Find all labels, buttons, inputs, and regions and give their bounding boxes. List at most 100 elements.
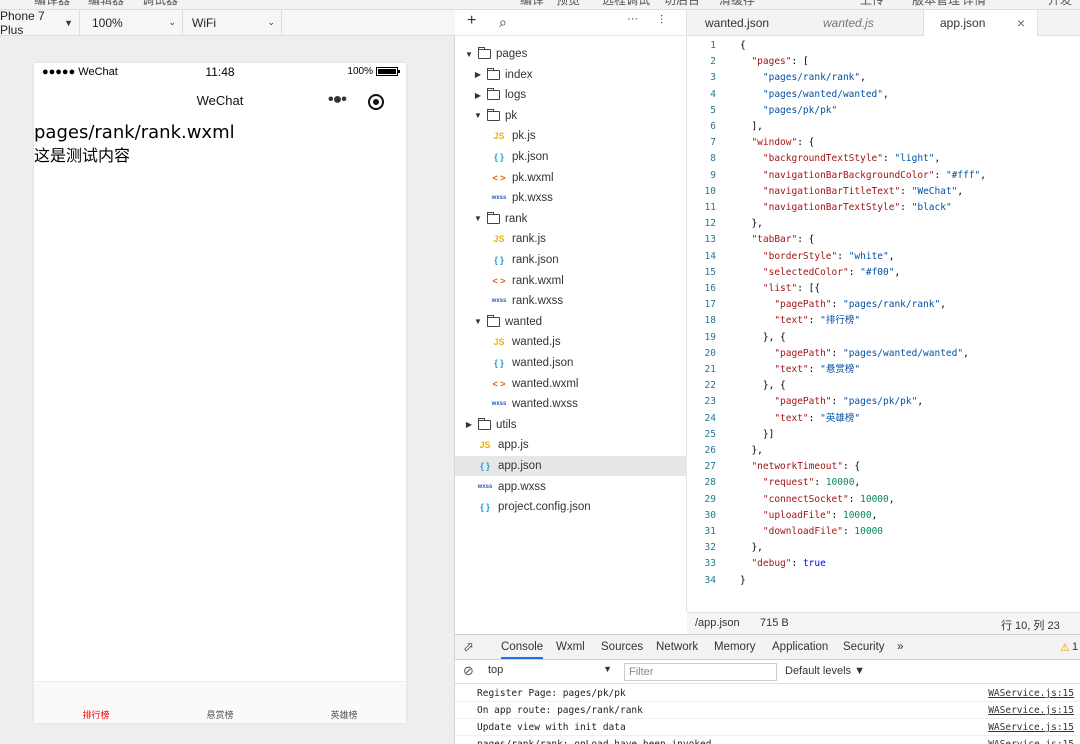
tree-item-wanted-json[interactable]: { } wanted.json — [455, 353, 687, 373]
tree-item-label: pk.js — [512, 130, 536, 143]
log-source-link[interactable]: WAService.js:15 — [988, 705, 1074, 716]
device-select[interactable]: Phone 7 Plus ▼ — [0, 9, 80, 37]
caret-right-icon[interactable]: ▶ — [474, 91, 482, 100]
code-line: 10 "navigationBarTitleText": "WeChat", — [687, 184, 1080, 200]
line-number: 8 — [710, 153, 716, 165]
capsule-close-icon[interactable] — [368, 94, 384, 110]
line-number: 5 — [710, 104, 716, 116]
tab-wxml[interactable]: Wxml — [556, 641, 585, 653]
line-number: 3 — [710, 72, 716, 84]
tab-rank[interactable]: 排行榜 — [34, 682, 158, 723]
tree-item-logs[interactable]: ▶ logs — [455, 85, 687, 105]
caret-down-icon[interactable]: ▼ — [474, 214, 482, 223]
code-line: 11 "navigationBarTextStyle": "black" — [687, 200, 1080, 216]
phone-nav-bar: WeChat •●• — [34, 83, 406, 117]
editor-tab-bar: wanted.json wanted.js app.json × — [687, 10, 1080, 36]
menu-item[interactable]: 远程调试 — [602, 0, 650, 8]
menu-item[interactable]: 开发 — [1048, 0, 1072, 8]
tab-sources[interactable]: Sources — [601, 641, 643, 653]
tree-item-pk[interactable]: ▼ pk — [455, 106, 687, 126]
folder-icon — [487, 211, 500, 224]
menu-item[interactable]: 版本管理 — [912, 0, 960, 8]
tab-wanted[interactable]: 悬赏榜 — [158, 682, 282, 723]
inspect-icon[interactable]: ⬀ — [463, 639, 474, 655]
warning-icon[interactable]: ⚠ — [1060, 641, 1070, 654]
menu-item[interactable]: 调试器 — [142, 0, 178, 8]
code-text: "backgroundTextStyle": "light", — [762, 153, 941, 165]
tree-item-pk-js[interactable]: JS pk.js — [455, 126, 687, 146]
code-line: 20 "pagePath": "pages/wanted/wanted", — [687, 346, 1080, 362]
tree-item-wanted[interactable]: ▼ wanted — [455, 312, 687, 332]
network-select[interactable]: WiFi ⌄ — [186, 10, 282, 35]
tree-item-rank-wxml[interactable]: < > rank.wxml — [455, 271, 687, 291]
tree-item-project-config-json[interactable]: { } project.config.json — [455, 497, 687, 517]
tab-application[interactable]: Application — [772, 641, 828, 653]
caret-down-icon[interactable]: ▼ — [474, 317, 482, 326]
tab-pk[interactable]: 英雄榜 — [282, 682, 406, 723]
tree-item-utils[interactable]: ▶ utils — [455, 415, 687, 435]
tab-network[interactable]: Network — [656, 641, 698, 653]
tree-item-pages[interactable]: ▼ pages — [455, 44, 687, 64]
context-select[interactable]: top ▼ — [488, 664, 612, 680]
menu-item[interactable]: 编译 — [520, 0, 544, 8]
tree-item-rank[interactable]: ▼ rank — [455, 209, 687, 229]
clear-console-icon[interactable]: ⊘ — [463, 663, 474, 679]
tree-item-pk-wxss[interactable]: wxss pk.wxss — [455, 188, 687, 208]
tree-item-app-wxss[interactable]: wxss app.wxss — [455, 477, 687, 497]
collapse-icon[interactable]: ⫶ — [660, 13, 663, 28]
caret-right-icon[interactable]: ▶ — [465, 420, 473, 429]
log-source-link[interactable]: WAService.js:15 — [988, 688, 1074, 699]
tree-item-app-json[interactable]: { } app.json — [455, 456, 687, 476]
more-tabs-icon[interactable]: » — [897, 641, 903, 653]
code-text: }, { — [740, 331, 786, 343]
tree-item-app-js[interactable]: JS app.js — [455, 435, 687, 455]
tree-item-wanted-wxss[interactable]: wxss wanted.wxss — [455, 394, 687, 414]
caret-down-icon[interactable]: ▼ — [465, 50, 473, 59]
tab-wanted-js[interactable]: wanted.js — [805, 10, 923, 36]
tab-console[interactable]: Console — [501, 641, 544, 659]
devtools-tab-bar: ⬀ Console Wxml Sources Network Memory Ap… — [455, 635, 1080, 660]
tree-item-index[interactable]: ▶ index — [455, 65, 687, 85]
code-line: 12 }, — [687, 216, 1080, 232]
context-label: top — [488, 664, 504, 676]
code-text: "pagePath": "pages/rank/rank", — [774, 299, 946, 311]
default-levels-select[interactable]: Default levels ▼ — [785, 665, 865, 677]
menu-item[interactable]: 编译器 — [34, 0, 70, 8]
more-icon[interactable]: ··· — [627, 13, 638, 25]
menu-item[interactable]: 编辑器 — [88, 0, 124, 8]
code-text: "pagePath": "pages/pk/pk", — [774, 396, 924, 408]
close-icon[interactable]: × — [1017, 15, 1025, 31]
caret-right-icon[interactable]: ▶ — [474, 70, 482, 79]
line-number: 10 — [704, 185, 716, 197]
tree-item-pk-wxml[interactable]: < > pk.wxml — [455, 168, 687, 188]
code-text: { — [740, 40, 746, 51]
tree-item-label: app.wxss — [498, 480, 546, 493]
file-path: /app.json — [695, 617, 740, 629]
tree-item-wanted-wxml[interactable]: < > wanted.wxml — [455, 374, 687, 394]
add-icon[interactable]: + — [467, 12, 476, 30]
search-icon[interactable]: ⌕ — [499, 14, 507, 31]
tree-item-rank-wxss[interactable]: wxss rank.wxss — [455, 291, 687, 311]
log-source-link[interactable]: WAService.js:15 — [988, 722, 1074, 733]
console-filter-input[interactable]: Filter — [624, 663, 777, 681]
folder-icon — [478, 47, 491, 59]
tree-item-rank-json[interactable]: { } rank.json — [455, 250, 687, 270]
cursor-position[interactable]: 行 10, 列 23 — [1001, 617, 1060, 633]
tree-item-rank-js[interactable]: JS rank.js — [455, 229, 687, 249]
folder-icon — [487, 67, 500, 80]
menu-item[interactable]: 切后台 — [664, 0, 700, 8]
zoom-select[interactable]: 100% ⌄ — [86, 10, 183, 35]
tree-item-pk-json[interactable]: { } pk.json — [455, 147, 687, 167]
caret-down-icon[interactable]: ▼ — [474, 111, 482, 120]
menu-item[interactable]: 预览 — [556, 0, 580, 8]
tab-app-json[interactable]: app.json × — [923, 10, 1038, 36]
menu-item[interactable]: 上传 — [860, 0, 884, 8]
tab-memory[interactable]: Memory — [714, 641, 756, 653]
menu-item[interactable]: 详情 — [962, 0, 986, 8]
tree-item-wanted-js[interactable]: JS wanted.js — [455, 332, 687, 352]
tab-wanted-json[interactable]: wanted.json — [687, 10, 805, 36]
log-source-link[interactable]: WAService.js:15 — [988, 739, 1074, 744]
menu-item[interactable]: 清缓存 — [719, 0, 755, 8]
more-dots-icon[interactable]: •●• — [328, 91, 347, 109]
tab-security[interactable]: Security — [843, 641, 885, 653]
